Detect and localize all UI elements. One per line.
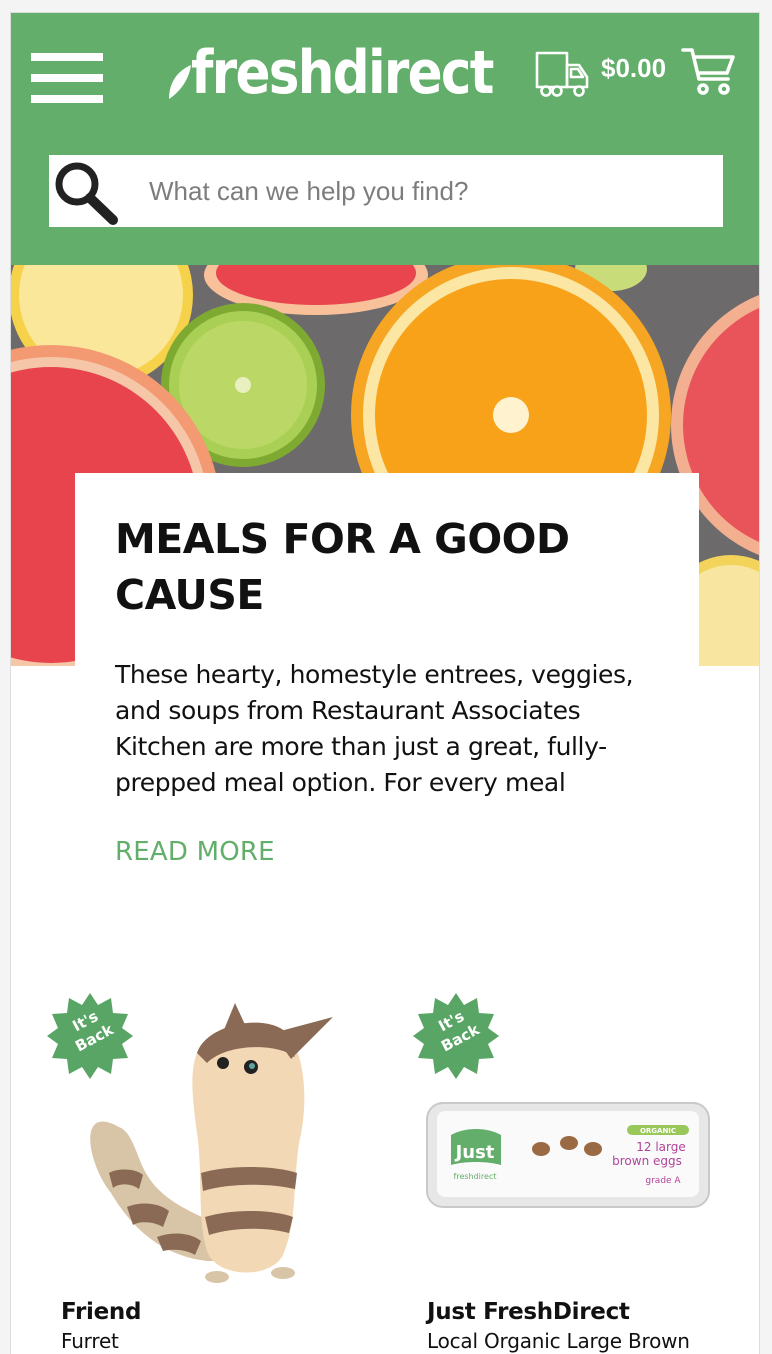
package-line1: 12 large — [636, 1140, 686, 1154]
product-brand: Friend — [61, 1299, 142, 1325]
cart-total[interactable]: $0.00 — [601, 53, 666, 84]
feature-title: MEALS FOR A GOOD CAUSE — [115, 515, 570, 619]
package-sub: freshdirect — [454, 1172, 497, 1181]
package-line2: brown eggs — [612, 1154, 682, 1168]
shopping-cart-icon[interactable] — [681, 45, 737, 97]
its-back-badge: It's Back — [47, 993, 133, 1079]
package-grade: grade A — [645, 1176, 681, 1186]
package-brand: Just — [454, 1142, 495, 1163]
search-bar[interactable] — [49, 155, 723, 227]
logo-text: freshdirect — [191, 38, 494, 108]
feature-description: These hearty, homestyle entrees, veggies… — [115, 660, 634, 797]
leaf-icon — [169, 65, 191, 99]
menu-icon[interactable] — [31, 53, 103, 103]
delivery-truck-icon[interactable] — [535, 47, 589, 101]
search-icon[interactable] — [51, 157, 119, 225]
product-name: Furret — [61, 1329, 119, 1353]
product-card[interactable]: Just freshdirect ORGANIC 12 large brown … — [413, 993, 743, 1354]
read-more-link[interactable]: READ MORE — [115, 837, 275, 867]
package-tag: ORGANIC — [640, 1127, 676, 1135]
product-name: Local Organic Large Brown — [427, 1329, 690, 1353]
search-input[interactable] — [147, 160, 723, 222]
feature-card: MEALS FOR A GOOD CAUSE These hearty, hom… — [75, 473, 699, 913]
product-brand: Just FreshDirect — [427, 1299, 630, 1325]
product-card[interactable]: It's Back Friend Furret — [47, 993, 377, 1354]
its-back-badge: It's Back — [413, 993, 499, 1079]
app-frame: freshdirect $0.00 What can we help you f… — [10, 12, 760, 1354]
header: freshdirect $0.00 — [11, 13, 759, 265]
freshdirect-logo[interactable]: freshdirect — [167, 35, 542, 111]
